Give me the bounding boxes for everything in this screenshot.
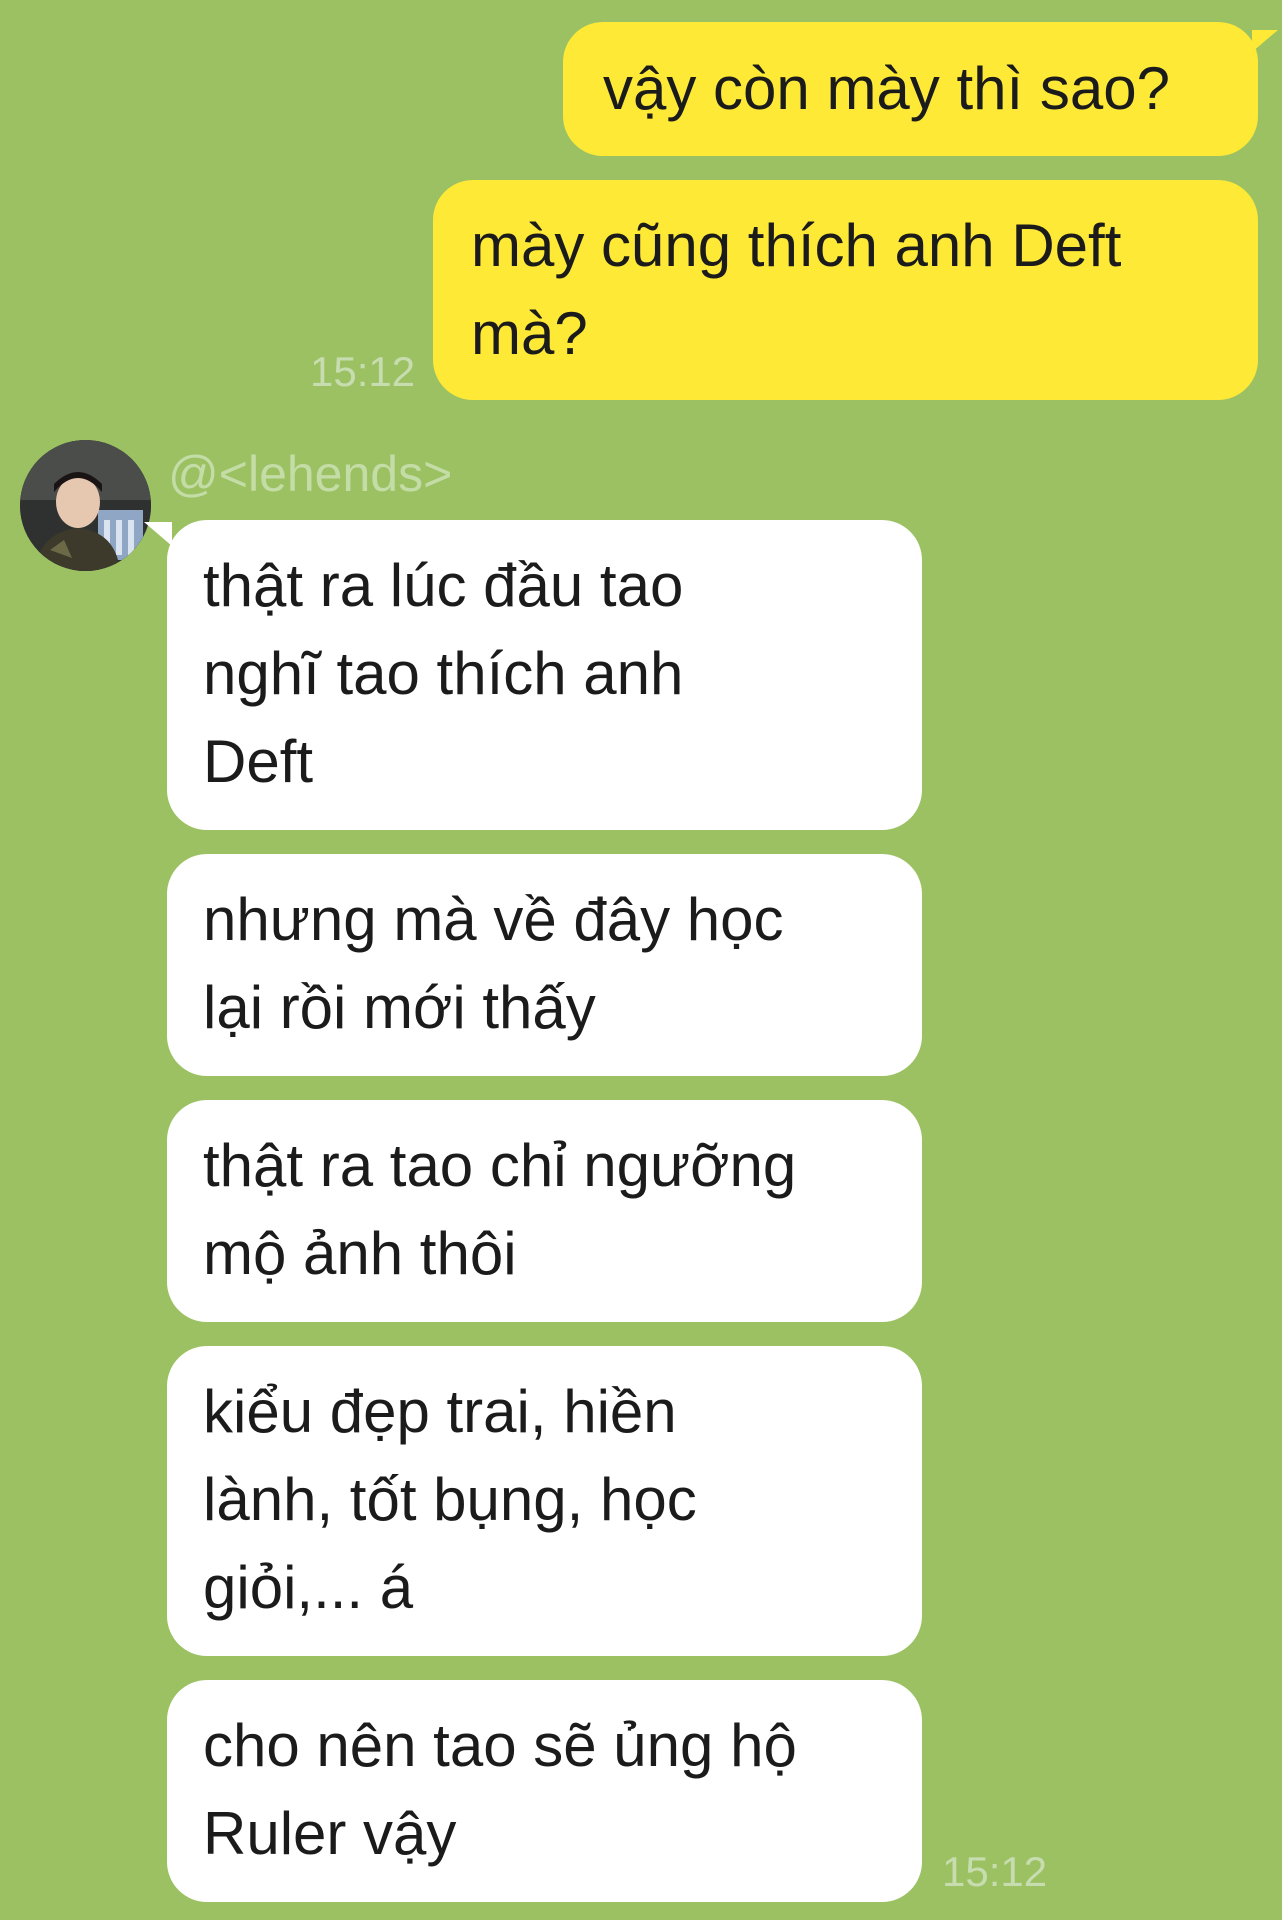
outgoing-message[interactable]: vậy còn mày thì sao? [563,22,1258,156]
bubble-tail [144,522,172,546]
sender-name: @<lehends> [168,446,453,502]
message-timestamp: 15:12 [310,348,416,395]
bubble-tail [1252,30,1278,52]
message-timestamp: 15:12 [942,1848,1048,1895]
incoming-message[interactable]: kiểu đẹp trai, hiền lành, tốt bụng, học … [167,1346,922,1656]
avatar[interactable] [20,440,151,571]
incoming-message[interactable]: thật ra tao chỉ ngưỡng mộ ảnh thôi [167,1100,922,1322]
outgoing-message[interactable]: mày cũng thích anh Deft mà? [433,180,1258,400]
incoming-message[interactable]: nhưng mà về đây học lại rồi mới thấy [167,854,922,1076]
incoming-message[interactable]: cho nên tao sẽ ủng hộ Ruler vậy [167,1680,922,1902]
incoming-message[interactable]: thật ra lúc đầu tao nghĩ tao thích anh D… [167,520,922,830]
user-avatar-photo-icon [20,440,151,571]
